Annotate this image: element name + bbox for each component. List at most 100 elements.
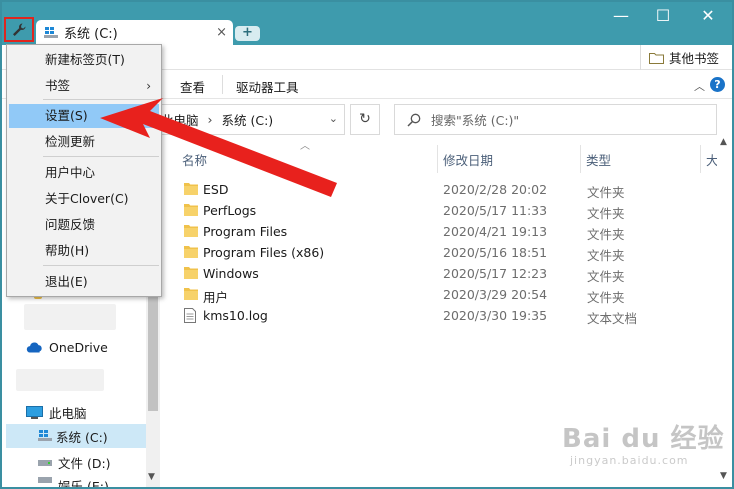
scroll-down-icon[interactable]: ▼ [720, 471, 727, 481]
tab-drive-tools[interactable]: 驱动器工具 [236, 77, 299, 96]
breadcrumb-separator: › [207, 112, 213, 127]
menu-item-label: 问题反馈 [45, 217, 96, 232]
blurred-item [16, 369, 104, 391]
file-modified-date: 2020/5/17 12:23 [443, 266, 548, 281]
file-name: PerfLogs [203, 203, 257, 218]
tab-view[interactable]: 查看 [180, 77, 205, 96]
tools-menu-button[interactable] [4, 17, 34, 42]
column-size-label: 大小 [706, 152, 717, 168]
breadcrumb-system-c[interactable]: 系统 (C:) [222, 110, 274, 129]
menu-item-about[interactable]: 关于Clover(C) [9, 187, 159, 211]
drive-icon [38, 477, 52, 483]
sidebar-item-onedrive[interactable]: OneDrive [26, 340, 108, 355]
sidebar-item-drive-d[interactable]: 文件 (D:) [38, 453, 111, 472]
tab-close-button[interactable]: × [216, 25, 227, 40]
folder-icon [184, 225, 198, 237]
file-modified-date: 2020/2/28 20:02 [443, 182, 548, 197]
file-modified-date: 2020/4/21 19:13 [443, 224, 548, 239]
ribbon-divider [222, 75, 223, 94]
refresh-button[interactable]: ↻ [350, 104, 380, 135]
minimize-button[interactable]: — [601, 4, 641, 30]
address-dropdown-icon[interactable]: ⌄ [329, 112, 338, 125]
folder-icon [184, 267, 198, 279]
file-row[interactable]: PerfLogs 2020/5/17 11:33 文件夹 [176, 200, 716, 221]
column-name-label: 名称 [182, 152, 208, 168]
menu-separator [43, 265, 159, 266]
windows-drive-icon [44, 27, 58, 38]
menu-item-feedback[interactable]: 问题反馈 [9, 213, 159, 237]
file-type: 文件夹 [587, 248, 625, 263]
explorer-window: 系统 (C:) × + — ☐ ✕ 其他书签 查看 驱动器工具 ︿ ? 此电脑 … [0, 0, 734, 489]
other-bookmarks-label: 其他书签 [669, 51, 720, 66]
file-name: ESD [203, 182, 229, 197]
sidebar-item-drive-e[interactable]: 娱乐 (E:) [38, 476, 109, 488]
breadcrumb-this-pc[interactable]: 此电脑 [161, 110, 199, 129]
folder-icon [184, 183, 198, 195]
file-modified-date: 2020/5/16 18:51 [443, 245, 548, 260]
sidebar-label: OneDrive [49, 340, 108, 355]
title-bar: 系统 (C:) × + — ☐ ✕ [0, 0, 734, 45]
menu-item-label: 新建标签页(T) [45, 52, 125, 67]
sidebar-item-drive-c[interactable]: 系统 (C:) [6, 424, 146, 448]
menu-item-new-tab[interactable]: 新建标签页(T) [9, 48, 159, 72]
file-row[interactable]: Windows 2020/5/17 12:23 文件夹 [176, 263, 716, 284]
menu-item-user-center[interactable]: 用户中心 [9, 161, 159, 185]
file-row[interactable]: ESD 2020/2/28 20:02 文件夹 [176, 179, 716, 200]
menu-item-label: 退出(E) [45, 274, 88, 289]
file-row[interactable]: kms10.log 2020/3/30 19:35 文本文档 [176, 305, 716, 326]
file-type: 文本文档 [587, 311, 638, 326]
menu-item-label: 用户中心 [45, 165, 96, 180]
folder-icon [184, 288, 198, 300]
tab-label: 系统 (C:) [64, 27, 118, 42]
file-list: ESD 2020/2/28 20:02 文件夹 PerfLogs 2020/5/17 1… [176, 179, 716, 326]
menu-item-check-update[interactable]: 检测更新 [9, 130, 159, 154]
collapse-ribbon-icon[interactable]: ︿ [694, 78, 705, 94]
file-name: Windows [203, 266, 259, 281]
sidebar-label: 此电脑 [49, 406, 87, 421]
scroll-down-icon[interactable]: ▼ [148, 472, 155, 482]
file-type: 文件夹 [587, 290, 625, 305]
file-type: 文件夹 [587, 269, 625, 284]
menu-item-help[interactable]: 帮助(H) [9, 239, 159, 263]
column-header-size[interactable]: 大小 [700, 145, 717, 173]
menu-item-label: 设置(S) [45, 108, 88, 123]
file-modified-date: 2020/3/29 20:54 [443, 287, 548, 302]
column-header-modified[interactable]: 修改日期 [437, 145, 580, 173]
folder-icon [649, 52, 664, 64]
baidu-watermark-url: jingyan.baidu.com [570, 454, 689, 467]
search-box[interactable]: 搜索"系统 (C:)" [394, 104, 717, 135]
cloud-icon [26, 342, 42, 353]
menu-item-exit[interactable]: 退出(E) [9, 270, 159, 294]
sidebar-label: 娱乐 (E:) [58, 479, 109, 488]
sidebar-label: 系统 (C:) [56, 429, 108, 445]
baidu-watermark-logo: Bai du 经验 [562, 424, 725, 454]
file-row[interactable]: Program Files (x86) 2020/5/16 18:51 文件夹 [176, 242, 716, 263]
file-type: 文件夹 [587, 227, 625, 242]
column-modified-label: 修改日期 [443, 152, 494, 168]
other-bookmarks-button[interactable]: 其他书签 [640, 45, 719, 70]
close-window-button[interactable]: ✕ [688, 4, 728, 30]
file-name: 用户 [203, 290, 229, 305]
file-row[interactable]: 用户 2020/3/29 20:54 文件夹 [176, 284, 716, 305]
address-bar[interactable]: 此电脑 › 系统 (C:) ⌄ [150, 104, 345, 135]
column-header-type[interactable]: 类型 [580, 145, 700, 173]
folder-icon [184, 246, 198, 258]
search-placeholder: 搜索"系统 (C:)" [431, 113, 520, 128]
file-modified-date: 2020/3/30 19:35 [443, 308, 548, 323]
sidebar-item-this-pc[interactable]: 此电脑 [26, 403, 87, 422]
new-tab-button[interactable]: + [235, 26, 260, 41]
help-icon[interactable]: ? [710, 77, 725, 92]
tab-system-c[interactable]: 系统 (C:) × [36, 20, 233, 45]
file-row[interactable]: Program Files 2020/4/21 19:13 文件夹 [176, 221, 716, 242]
drive-icon [38, 459, 52, 466]
column-header-name[interactable]: 名称 [176, 145, 436, 173]
text-file-icon [184, 308, 196, 323]
scroll-up-icon[interactable]: ▲ [720, 137, 727, 147]
maximize-button[interactable]: ☐ [643, 4, 683, 30]
menu-item-settings[interactable]: 设置(S) [9, 104, 159, 128]
menu-item-bookmarks[interactable]: 书签 › [9, 74, 159, 98]
sidebar-label: 文件 (D:) [58, 456, 111, 471]
menu-item-label: 帮助(H) [45, 243, 90, 258]
menu-item-label: 书签 [45, 78, 71, 93]
menu-separator [43, 156, 159, 157]
